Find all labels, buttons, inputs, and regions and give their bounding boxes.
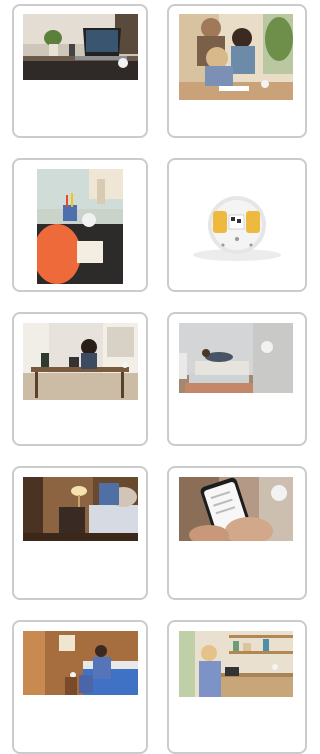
gallery-card-9[interactable]	[12, 620, 148, 754]
phone-app-photo	[179, 477, 293, 541]
sensor-device-photo	[179, 169, 293, 285]
gallery-card-7[interactable]	[12, 466, 148, 600]
gallery-card-3[interactable]	[12, 158, 148, 292]
gallery-card-5[interactable]	[12, 312, 148, 446]
gallery-card-10[interactable]	[167, 620, 307, 754]
gallery-card-6[interactable]	[167, 312, 307, 446]
family-homework-photo	[179, 14, 293, 100]
gallery-card-1[interactable]	[12, 4, 148, 138]
gallery-card-2[interactable]	[167, 4, 307, 138]
gallery-card-8[interactable]	[167, 466, 307, 600]
gallery-card-4[interactable]	[167, 158, 307, 292]
bedroom-morning-photo	[23, 631, 138, 695]
bedroom-resting-photo	[179, 323, 293, 393]
desk-laptop-photo	[23, 14, 138, 80]
child-drawing-photo	[37, 169, 123, 284]
home-office-photo	[23, 323, 138, 400]
bedside-lamp-photo	[23, 477, 138, 541]
kitchen-tablet-photo	[179, 631, 293, 697]
